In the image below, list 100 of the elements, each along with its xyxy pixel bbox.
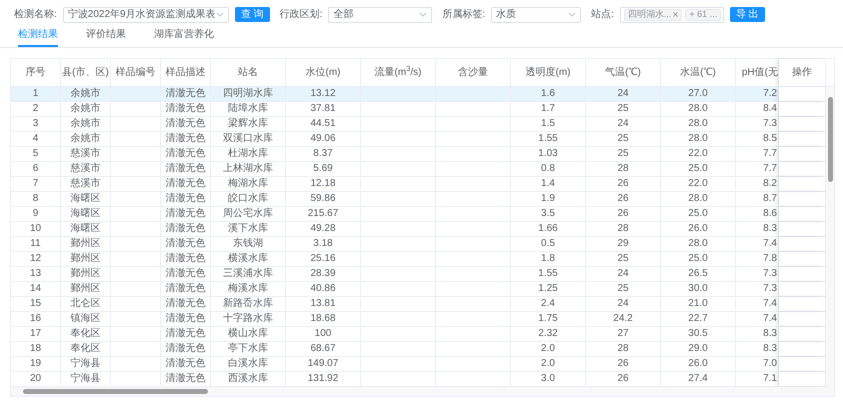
table-cell: 奉化区: [70, 329, 100, 339]
table-cell: 7.3: [763, 284, 777, 294]
table-cell: 25: [617, 104, 629, 114]
close-icon[interactable]: [673, 12, 678, 17]
table-cell: 149.07: [308, 359, 338, 369]
table-cell: 1.66: [538, 224, 558, 234]
table-cell: 0.5: [541, 239, 555, 249]
table-cell: 27: [617, 329, 629, 339]
table-cell: 清澈无色: [166, 164, 206, 174]
column-header: pH值(无: [736, 59, 779, 86]
table-cell: 清澈无色: [166, 374, 206, 384]
table-cell: 37.81: [310, 104, 336, 114]
table-cell: 7.3: [763, 119, 777, 129]
column-header: 站名: [211, 59, 286, 86]
table-cell: 鄞州区: [70, 269, 100, 279]
table-row[interactable]: 4 余姚市 清澈无色 双溪口水库 49.06 1.55 25 28.0 8.5: [11, 132, 826, 147]
scrollbar-thumb[interactable]: [23, 389, 208, 394]
table-row[interactable]: 13 鄞州区 清澈无色 三溪浦水库 28.39 1.55 24 26.5 7.3: [11, 267, 826, 282]
table-cell: 5.69: [313, 164, 333, 174]
table-row[interactable]: 9 海曙区 清澈无色 周公宅水库 215.67 3.5 26 25.0 8.6: [11, 207, 826, 222]
table-row[interactable]: 8 海曙区 清澈无色 皎口水库 59.86 1.9 26 28.0 8.7: [11, 192, 826, 207]
table-cell: 清澈无色: [166, 314, 206, 324]
table-row[interactable]: 3 余姚市 清澈无色 梁辉水库 44.51 1.5 24 28.0 7.3: [11, 117, 826, 132]
table-cell: 慈溪市: [70, 164, 100, 174]
table-cell: 3.0: [541, 374, 555, 384]
table-row[interactable]: 18 奉化区 清澈无色 亭下水库 68.67 2.0 28 29.0 8.3: [11, 342, 826, 357]
table-cell: 清澈无色: [166, 359, 206, 369]
table-row[interactable]: 19 宁海县 清澈无色 白溪水库 149.07 2.0 26 26.0 7.0: [11, 357, 826, 372]
table-cell: 26.5: [688, 269, 708, 279]
table-cell: 30.0: [688, 284, 708, 294]
table-cell: 1.25: [538, 284, 558, 294]
chevron-down-icon: [419, 12, 428, 17]
table-cell: 12.18: [310, 179, 336, 189]
table-cell: 1.55: [538, 134, 558, 144]
tab[interactable]: 检测结果: [18, 27, 58, 47]
action-button[interactable]: 查 询: [234, 7, 270, 22]
column-header: 透明度(m): [511, 59, 586, 86]
table-cell: 1.9: [541, 194, 555, 204]
table-cell: 鄞州区: [70, 284, 100, 294]
column-header: 水位(m): [286, 59, 361, 86]
table-cell: 24: [617, 89, 629, 99]
select-field[interactable]: 水质: [491, 6, 582, 22]
table-cell: 8.37: [313, 149, 333, 159]
table-cell: 溪下水库: [228, 224, 268, 234]
table-row[interactable]: 6 慈溪市 清澈无色 上林湖水库 5.69 0.8 28 25.0 7.7: [11, 162, 826, 177]
table-row[interactable]: 7 慈溪市 清澈无色 梅湖水库 12.18 1.4 26 22.0 8.2: [11, 177, 826, 192]
table-row[interactable]: 16 镇海区 清澈无色 十字路水库 18.68 1.75 24.2 22.7 7.4: [11, 312, 826, 327]
action-button[interactable]: 导 出: [730, 7, 765, 22]
table-cell: 21.0: [688, 299, 708, 309]
table-cell: 慈溪市: [70, 179, 100, 189]
select-field[interactable]: 宁波2022年9月水资源监测成果表: [62, 6, 229, 22]
table-cell: 7: [32, 179, 38, 189]
table-cell: 西溪水库: [228, 374, 268, 384]
tab[interactable]: 评价结果: [86, 27, 126, 47]
table-cell: 1.55: [538, 269, 558, 279]
column-header: 样品描述: [161, 59, 211, 86]
table-row[interactable]: 5 慈溪市 清澈无色 杜湖水库 8.37 1.03 25 22.0 7.7: [11, 147, 826, 162]
table-row[interactable]: 2 余姚市 清澈无色 陆埠水库 37.81 1.7 25 28.0 8.4: [11, 102, 826, 117]
table-cell: 7.4: [763, 314, 777, 324]
table-cell: 慈溪市: [70, 149, 100, 159]
table-cell: 余姚市: [70, 134, 100, 144]
table-row[interactable]: 1 余姚市 清澈无色 四明湖水库 13.12 1.6 24 27.0 7.2: [11, 87, 826, 102]
scrollbar-thumb[interactable]: [828, 97, 833, 182]
column-header: 流量(m$^{3}$/s): [361, 59, 436, 86]
table-cell: 28.0: [688, 134, 708, 144]
tab[interactable]: 湖库富营养化: [154, 27, 214, 47]
table-cell: 7.8: [763, 254, 777, 264]
table-cell: 清澈无色: [166, 329, 206, 339]
table-row[interactable]: 14 鄞州区 清澈无色 梅溪水库 40.86 1.25 25 30.0 7.3: [11, 282, 826, 297]
table-cell: 海曙区: [70, 209, 100, 219]
table-cell: 28.39: [310, 269, 336, 279]
table-cell: 清澈无色: [166, 239, 206, 249]
select-field[interactable]: 全部: [328, 6, 432, 22]
column-header: 水温(℃): [661, 59, 736, 86]
table-cell: 1.6: [541, 89, 555, 99]
table-row[interactable]: 20 宁海县 清澈无色 西溪水库 131.92 3.0 26 27.4 7.1: [11, 372, 826, 387]
table-cell: 24.2: [613, 314, 633, 324]
table-cell: 28.0: [688, 239, 708, 249]
table-cell: 清澈无色: [166, 104, 206, 114]
table-cell: 25.0: [688, 254, 708, 264]
table-cell: 26: [617, 359, 629, 369]
column-header: 样品编号: [111, 59, 161, 86]
table-cell: 68.67: [310, 344, 336, 354]
table-cell: 11: [30, 239, 41, 249]
table-row[interactable]: 11 鄞州区 清澈无色 东钱湖 3.18 0.5 29 28.0 7.4: [11, 237, 826, 252]
table-cell: 余姚市: [70, 104, 100, 114]
table-row[interactable]: 12 鄞州区 清澈无色 横溪水库 25.16 1.8 25 25.0 7.8: [11, 252, 826, 267]
table-cell: 25: [617, 134, 629, 144]
table-cell: 余姚市: [70, 119, 100, 129]
table-cell: 8.3: [763, 329, 777, 339]
table-cell: 清澈无色: [166, 179, 206, 189]
table-cell: 8.3: [763, 344, 777, 354]
table-row[interactable]: 10 海曙区 清澈无色 溪下水库 49.28 1.66 28 26.0 8.3: [11, 222, 826, 237]
table-cell: 131.92: [308, 374, 338, 384]
table-row[interactable]: 15 北仑区 清澈无色 新路岙水库 13.81 2.4 24 21.0 7.4: [11, 297, 826, 312]
table-row[interactable]: 17 奉化区 清澈无色 横山水库 100 2.32 27 30.5 8.3: [11, 327, 826, 342]
table-cell: 22.0: [688, 179, 708, 189]
table-cell: 19: [30, 359, 42, 369]
column-header: 序号: [11, 59, 61, 86]
table-cell: 22.0: [688, 149, 708, 159]
